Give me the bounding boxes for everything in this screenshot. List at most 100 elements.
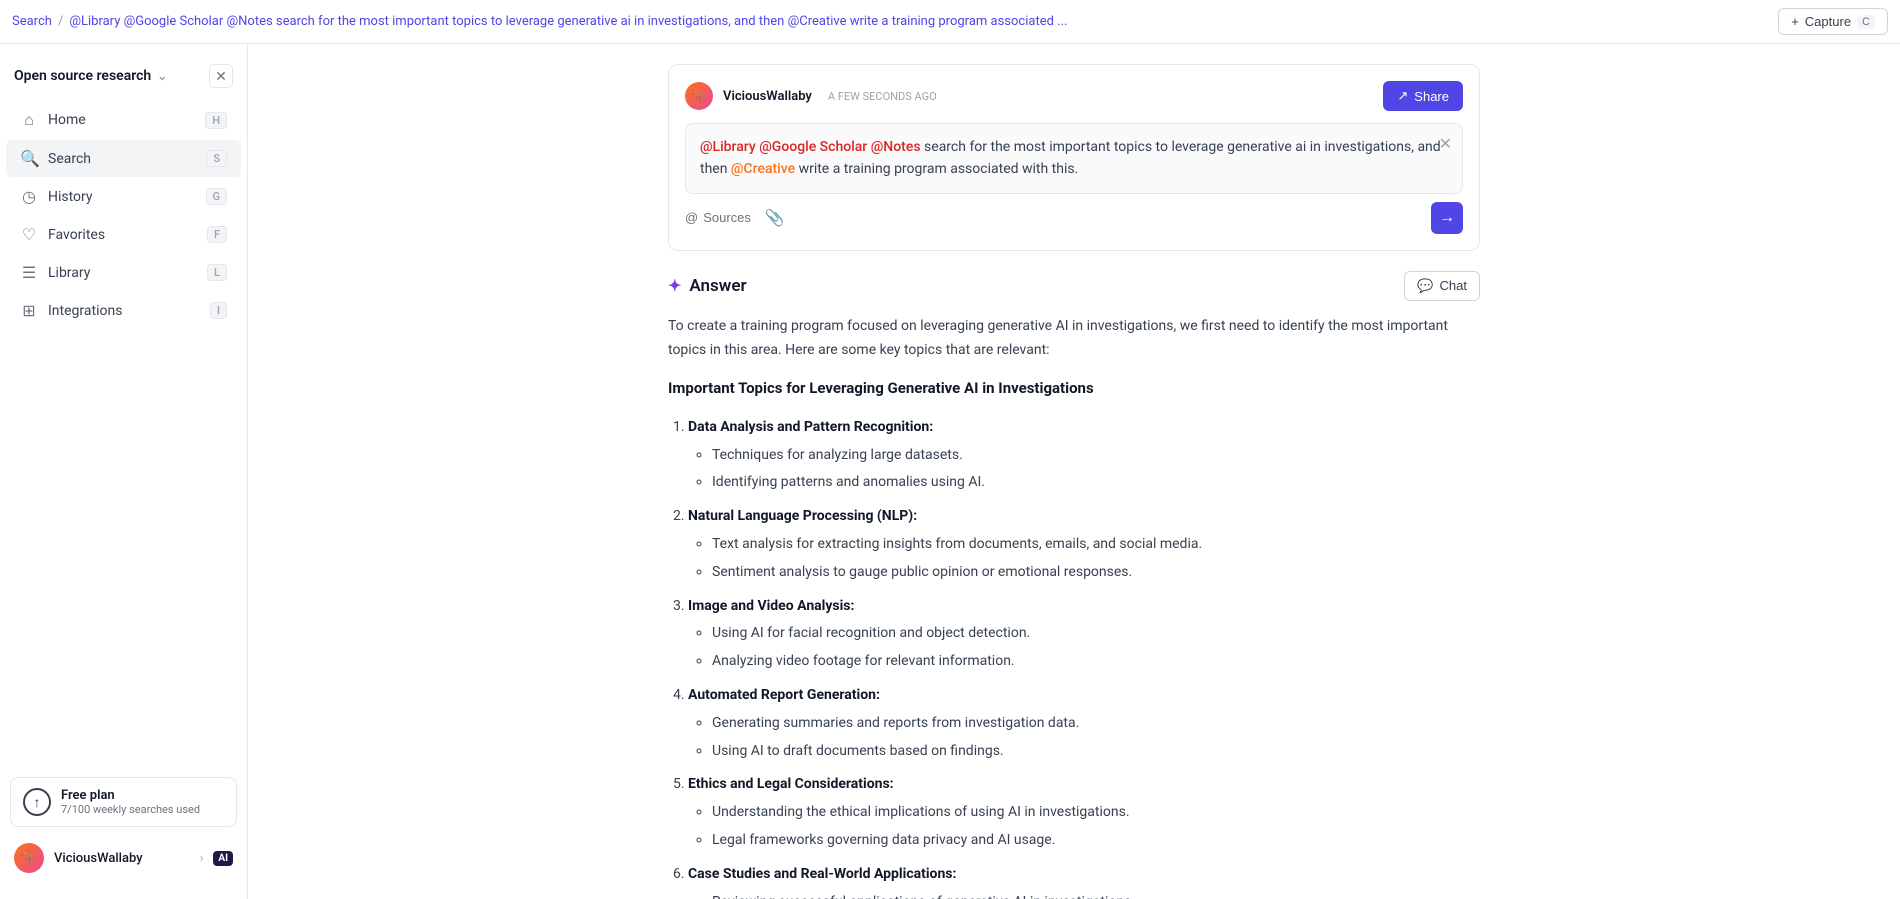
library-icon: ☰	[20, 263, 38, 282]
integrations-icon: ⊞	[20, 301, 38, 320]
list-item: Reviewing successful applications of gen…	[712, 891, 1480, 899]
sidebar-title-text: Open source research	[14, 68, 151, 84]
sidebar-item-label: History	[48, 189, 93, 205]
send-button[interactable]: →	[1431, 202, 1463, 234]
answer-body: To create a training program focused on …	[668, 315, 1480, 899]
sidebar-item-label: Search	[48, 151, 91, 167]
answer-title-text: Answer	[689, 276, 746, 296]
sidebar-item-integrations[interactable]: ⊞ Integrations I	[6, 292, 241, 329]
query-body: @Library @Google Scholar @Notes search f…	[700, 136, 1448, 181]
capture-button[interactable]: + Capture C	[1778, 8, 1888, 35]
tag-notes: @Notes	[871, 139, 921, 155]
answer-intro: To create a training program focused on …	[668, 315, 1480, 363]
user-row[interactable]: 🦘 ViciousWallaby › AI	[10, 837, 237, 879]
sidebar-item-favorites[interactable]: ♡ Favorites F	[6, 216, 241, 253]
answer-heading: Important Topics for Leveraging Generati…	[668, 376, 1480, 402]
sidebar-close-button[interactable]: ✕	[209, 64, 233, 88]
share-button[interactable]: ↗ Share	[1383, 81, 1463, 111]
plan-icon: ↑	[23, 788, 51, 816]
send-icon: →	[1439, 209, 1455, 227]
topic-bullets: Generating summaries and reports from in…	[712, 712, 1480, 764]
query-card-user: 🦘 ViciousWallaby A few seconds ago	[685, 82, 937, 110]
sidebar-nav: ⌂ Home H 🔍 Search S ◷ History G	[0, 100, 247, 330]
query-text-box: ✕ @Library @Google Scholar @Notes search…	[685, 123, 1463, 194]
sidebar: Open source research ⌄ ✕ ⌂ Home H 🔍 Sear…	[0, 44, 248, 899]
list-item: Techniques for analyzing large datasets.	[712, 444, 1480, 468]
integrations-shortcut: I	[210, 302, 227, 319]
sparkle-icon: ✦	[668, 276, 681, 295]
topic-bullets: Reviewing successful applications of gen…	[712, 891, 1480, 899]
at-icon: @	[685, 210, 698, 225]
query-footer-left: @ Sources 📎	[685, 208, 785, 228]
main-content: 🦘 ViciousWallaby A few seconds ago ↗ Sha…	[248, 44, 1900, 899]
chat-label: Chat	[1440, 278, 1467, 293]
plan-box: ↑ Free plan 7/100 weekly searches used	[10, 777, 237, 827]
chat-icon: 💬	[1417, 278, 1433, 294]
sidebar-item-home[interactable]: ⌂ Home H	[6, 101, 241, 139]
share-icon: ↗	[1397, 88, 1408, 104]
sidebar-item-library[interactable]: ☰ Library L	[6, 254, 241, 291]
answer-title: ✦ Answer	[668, 276, 747, 296]
sidebar-title: Open source research ⌄	[14, 68, 167, 84]
topic-title: Image and Video Analysis:	[688, 598, 854, 614]
search-icon: 🔍	[20, 149, 38, 168]
list-item: Automated Report Generation: Generating …	[688, 684, 1480, 763]
chevron-down-icon: ⌄	[157, 69, 167, 83]
favorites-shortcut: F	[207, 226, 227, 243]
sources-label: Sources	[703, 210, 751, 225]
topic-title: Automated Report Generation:	[688, 687, 880, 703]
list-item: Understanding the ethical implications o…	[712, 801, 1480, 825]
list-item: Generating summaries and reports from in…	[712, 712, 1480, 736]
home-shortcut: H	[205, 112, 227, 129]
list-item: Legal frameworks governing data privacy …	[712, 829, 1480, 853]
topic-bullets: Text analysis for extracting insights fr…	[712, 533, 1480, 585]
sources-button[interactable]: @ Sources	[685, 210, 751, 225]
topic-title: Data Analysis and Pattern Recognition:	[688, 419, 933, 435]
close-button[interactable]: ✕	[1439, 134, 1452, 154]
sidebar-item-label: Integrations	[48, 303, 122, 319]
search-shortcut: S	[206, 150, 227, 167]
share-label: Share	[1414, 89, 1449, 104]
heart-icon: ♡	[20, 225, 38, 244]
topic-bullets: Understanding the ethical implications o…	[712, 801, 1480, 853]
list-item: Ethics and Legal Considerations: Underst…	[688, 773, 1480, 852]
list-item: Identifying patterns and anomalies using…	[712, 471, 1480, 495]
query-username: ViciousWallaby	[723, 89, 812, 104]
library-shortcut: L	[207, 264, 227, 281]
sidebar-bottom: ↑ Free plan 7/100 weekly searches used 🦘…	[0, 767, 247, 887]
topic-title: Natural Language Processing (NLP):	[688, 508, 917, 524]
sidebar-item-history[interactable]: ◷ History G	[6, 178, 241, 215]
breadcrumb-search-link[interactable]: Search	[12, 14, 52, 29]
content-inner: 🦘 ViciousWallaby A few seconds ago ↗ Sha…	[644, 64, 1504, 899]
user-chevron-icon: ›	[200, 851, 204, 865]
sidebar-item-label: Library	[48, 265, 90, 281]
tag-scholar: @Google Scholar	[759, 139, 867, 155]
plan-info: Free plan 7/100 weekly searches used	[61, 788, 200, 816]
topic-bullets: Techniques for analyzing large datasets.…	[712, 444, 1480, 496]
list-item: Using AI for facial recognition and obje…	[712, 622, 1480, 646]
query-avatar: 🦘	[685, 82, 713, 110]
history-icon: ◷	[20, 187, 38, 206]
avatar: 🦘	[14, 843, 44, 873]
sidebar-header: Open source research ⌄ ✕	[0, 56, 247, 100]
list-item: Using AI to draft documents based on fin…	[712, 740, 1480, 764]
ai-badge: AI	[213, 851, 233, 866]
topic-title: Ethics and Legal Considerations:	[688, 776, 894, 792]
attach-button[interactable]: 📎	[765, 208, 785, 228]
list-item: Sentiment analysis to gauge public opini…	[712, 561, 1480, 585]
sidebar-item-search[interactable]: 🔍 Search S	[6, 140, 241, 177]
breadcrumb-separator: /	[58, 14, 63, 29]
query-end-text: write a training program associated with…	[799, 161, 1079, 177]
plan-usage: 7/100 weekly searches used	[61, 803, 200, 816]
chat-button[interactable]: 💬 Chat	[1404, 271, 1480, 301]
topic-bullets: Using AI for facial recognition and obje…	[712, 622, 1480, 674]
history-shortcut: G	[206, 188, 228, 205]
topbar: Search / @Library @Google Scholar @Notes…	[0, 0, 1900, 44]
plan-name: Free plan	[61, 788, 200, 803]
answer-section: ✦ Answer 💬 Chat To create a training pro…	[668, 271, 1480, 899]
list-item: Natural Language Processing (NLP): Text …	[688, 505, 1480, 584]
list-item: Text analysis for extracting insights fr…	[712, 533, 1480, 557]
sidebar-item-label: Favorites	[48, 227, 105, 243]
tag-creative: @Creative	[731, 161, 795, 177]
list-item: Case Studies and Real-World Applications…	[688, 863, 1480, 899]
